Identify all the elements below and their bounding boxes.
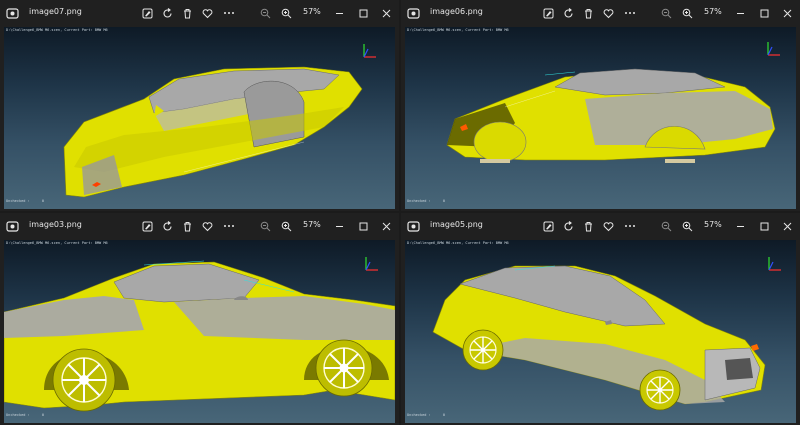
file-name: image07.png (29, 7, 82, 16)
more-options-icon[interactable] (221, 218, 237, 234)
close-icon[interactable] (778, 217, 796, 235)
title-bar[interactable]: image07.png 57% (0, 0, 399, 27)
zoom-level: 57% (303, 220, 321, 229)
photos-app-icon (407, 220, 420, 233)
car-render (63, 44, 376, 198)
image-viewport[interactable]: D:\Challenge6_BMW M6.scen, Current Part:… (4, 240, 395, 423)
image-viewport[interactable]: D:\Challenge6_BMW M6.scen, Current Part:… (405, 27, 796, 209)
delete-icon[interactable] (580, 218, 596, 234)
zoom-out-icon[interactable] (658, 5, 674, 21)
minimize-icon[interactable] (330, 217, 348, 235)
photos-window-image05[interactable]: image05.png 57% D:\Challenge6_BMW M6.sce… (401, 213, 800, 425)
zoom-level: 57% (303, 7, 321, 16)
zoom-level: 57% (704, 220, 722, 229)
maximize-icon[interactable] (354, 217, 372, 235)
image-viewport[interactable]: D:\Challenge6_BMW M6.scen, Current Part:… (4, 27, 395, 209)
favorite-heart-icon[interactable] (600, 218, 616, 234)
zoom-in-icon[interactable] (679, 5, 695, 21)
viewport-footer-text: Unchecked :0 (6, 199, 44, 203)
title-bar[interactable]: image03.png 57% (0, 213, 399, 240)
favorite-heart-icon[interactable] (199, 218, 215, 234)
axis-gizmo (768, 257, 781, 271)
zoom-in-icon[interactable] (679, 218, 695, 234)
maximize-icon[interactable] (755, 4, 773, 22)
rotate-icon[interactable] (560, 5, 576, 21)
file-name: image06.png (430, 7, 483, 16)
close-icon[interactable] (377, 4, 395, 22)
delete-icon[interactable] (179, 218, 195, 234)
rear-wheel (315, 339, 373, 397)
viewport-footer-text: Unchecked :0 (6, 413, 44, 417)
favorite-heart-icon[interactable] (199, 5, 215, 21)
edit-image-icon[interactable] (139, 5, 155, 21)
axis-gizmo (365, 257, 378, 271)
delete-icon[interactable] (580, 5, 596, 21)
photos-app-icon (407, 7, 420, 20)
viewport-footer-text: Unchecked :0 (407, 413, 445, 417)
close-icon[interactable] (377, 217, 395, 235)
minimize-icon[interactable] (731, 217, 749, 235)
photos-window-image06[interactable]: image06.png 57% D:\Challenge6_BMW M6.sce… (401, 0, 800, 211)
minimize-icon[interactable] (731, 4, 749, 22)
title-bar[interactable]: image06.png 57% (401, 0, 800, 27)
zoom-out-icon[interactable] (257, 218, 273, 234)
more-options-icon[interactable] (622, 218, 638, 234)
close-icon[interactable] (778, 4, 796, 22)
zoom-out-icon[interactable] (257, 5, 273, 21)
favorite-heart-icon[interactable] (600, 5, 616, 21)
car-render (446, 42, 780, 163)
rotate-icon[interactable] (159, 218, 175, 234)
zoom-level: 57% (704, 7, 722, 16)
axis-gizmo (363, 44, 376, 58)
zoom-out-icon[interactable] (658, 218, 674, 234)
file-name: image05.png (430, 220, 483, 229)
maximize-icon[interactable] (755, 217, 773, 235)
edit-image-icon[interactable] (540, 5, 556, 21)
photos-window-image03[interactable]: image03.png 57% D:\Challenge6_BMW M6.sce… (0, 213, 399, 425)
minimize-icon[interactable] (330, 4, 348, 22)
photos-app-icon (6, 220, 19, 233)
photos-window-image07[interactable]: image07.png 57% D:\Challenge6_BMW M6.sce… (0, 0, 399, 211)
maximize-icon[interactable] (354, 4, 372, 22)
title-bar[interactable]: image05.png 57% (401, 213, 800, 240)
zoom-in-icon[interactable] (278, 218, 294, 234)
edit-image-icon[interactable] (540, 218, 556, 234)
zoom-in-icon[interactable] (278, 5, 294, 21)
more-options-icon[interactable] (221, 5, 237, 21)
car-render (432, 257, 781, 411)
image-viewport[interactable]: D:\Challenge6_BMW M6.scen, Current Part:… (405, 240, 796, 423)
rear-wheel (462, 329, 504, 371)
edit-image-icon[interactable] (139, 218, 155, 234)
viewport-footer-text: Unchecked :0 (407, 199, 445, 203)
rotate-icon[interactable] (560, 218, 576, 234)
photos-app-icon (6, 7, 19, 20)
rotate-icon[interactable] (159, 5, 175, 21)
front-wheel (52, 348, 116, 412)
delete-icon[interactable] (179, 5, 195, 21)
more-options-icon[interactable] (622, 5, 638, 21)
car-render (4, 257, 395, 412)
axis-gizmo (767, 42, 780, 56)
file-name: image03.png (29, 220, 82, 229)
front-wheel (639, 369, 681, 411)
